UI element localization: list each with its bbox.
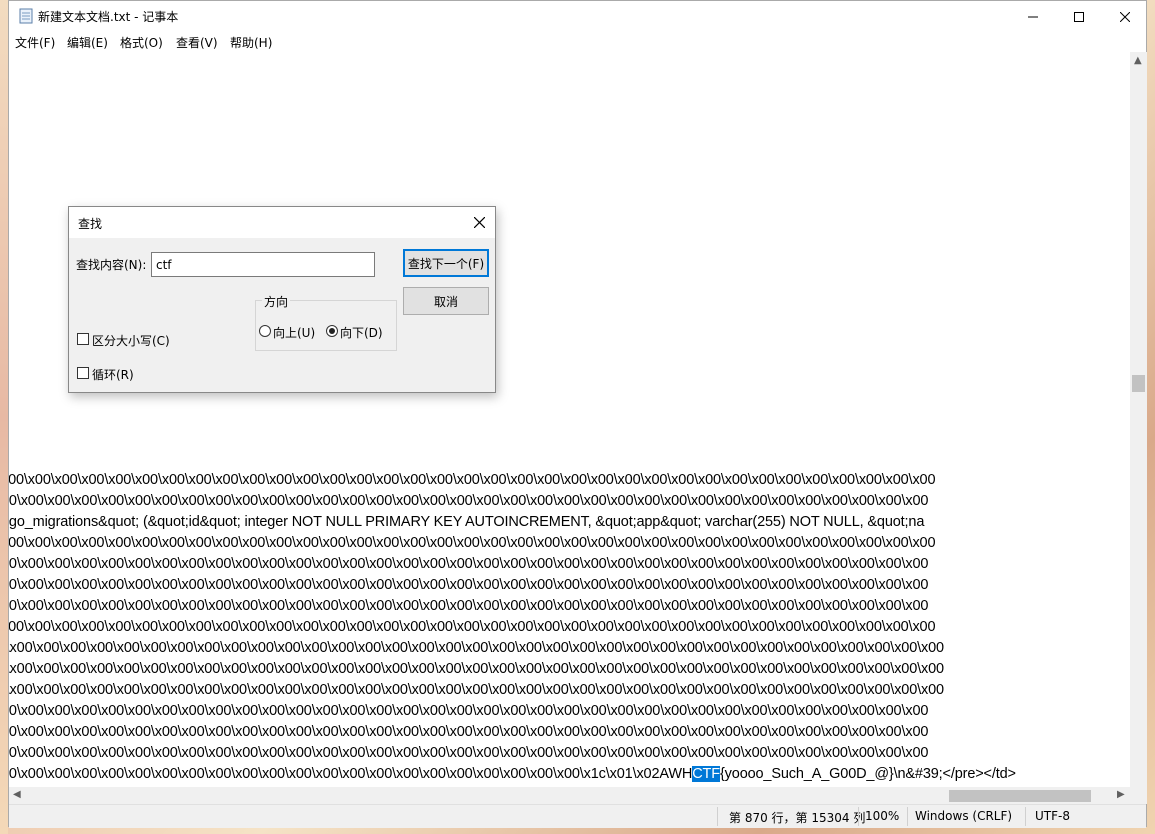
zoom-level: 100%	[865, 809, 900, 823]
text-line: 00\x00\x00\x00\x00\x00\x00\x00\x00\x00\x…	[9, 493, 929, 509]
direction-down-radio[interactable]	[326, 325, 338, 337]
text-line: 00\x00\x00\x00\x00\x00\x00\x00\x00\x00\x…	[9, 556, 929, 572]
close-icon	[474, 217, 485, 228]
minimize-icon	[1028, 16, 1038, 17]
find-dialog-title-bar: 查找	[69, 207, 495, 238]
menu-format[interactable]: 格式(O)	[120, 34, 163, 51]
find-dialog: 查找 查找内容(N): 查找下一个(F) 取消 方向 向上(U) 向下(D) 区…	[68, 206, 496, 393]
direction-up-label[interactable]: 向上(U)	[273, 324, 315, 341]
notepad-icon	[19, 8, 33, 24]
scroll-right-icon[interactable]: ▶	[1117, 789, 1125, 800]
text-line: )\x00\x00\x00\x00\x00\x00\x00\x00\x00\x0…	[9, 640, 944, 656]
direction-up-radio[interactable]	[259, 325, 271, 337]
desktop-background	[0, 0, 8, 834]
scroll-left-icon[interactable]: ◀	[13, 789, 21, 800]
find-what-label: 查找内容(N):	[76, 258, 147, 272]
encoding: UTF-8	[1035, 809, 1070, 823]
status-separator	[1025, 807, 1026, 826]
minimize-button[interactable]	[1010, 1, 1056, 32]
text-line: x00\x00\x00\x00\x00\x00\x00\x00\x00\x00\…	[9, 472, 936, 488]
text-after-match: {yoooo_Such_A_G00D_@}\n&#39;</pre></td>	[719, 766, 1016, 782]
search-match-highlight: CTF	[692, 766, 720, 782]
text-editor[interactable]: x00\x00\x00\x00\x00\x00\x00\x00\x00\x00\…	[9, 52, 1130, 787]
text-line: 00\x00\x00\x00\x00\x00\x00\x00\x00\x00\x…	[9, 745, 929, 761]
status-separator	[717, 807, 718, 826]
text-line-last: 00\x00\x00\x00\x00\x00\x00\x00\x00\x00\x…	[9, 766, 1016, 782]
menu-file[interactable]: 文件(F)	[15, 34, 55, 51]
menu-help[interactable]: 帮助(H)	[230, 34, 272, 51]
find-what-input[interactable]	[151, 252, 375, 277]
vertical-scroll-thumb[interactable]	[1132, 375, 1145, 392]
horizontal-scrollbar[interactable]: ◀ ▶	[9, 787, 1130, 804]
direction-down-label[interactable]: 向下(D)	[340, 324, 383, 341]
line-ending: Windows (CRLF)	[915, 809, 1013, 823]
text-line: x00\x00\x00\x00\x00\x00\x00\x00\x00\x00\…	[9, 535, 936, 551]
scrollbar-corner	[1130, 787, 1147, 804]
title-bar: 新建文本文档.txt - 记事本	[9, 1, 1146, 32]
wrap-around-label[interactable]: 循环(R)	[92, 366, 134, 383]
text-line: )\x00\x00\x00\x00\x00\x00\x00\x00\x00\x0…	[9, 682, 944, 698]
text-line: 00\x00\x00\x00\x00\x00\x00\x00\x00\x00\x…	[9, 598, 929, 614]
cancel-button[interactable]: 取消	[403, 287, 489, 315]
close-window-button[interactable]	[1102, 1, 1148, 32]
text-before-match: 00\x00\x00\x00\x00\x00\x00\x00\x00\x00\x…	[9, 766, 693, 782]
menu-edit[interactable]: 编辑(E)	[67, 34, 108, 51]
find-next-button[interactable]: 查找下一个(F)	[403, 249, 489, 277]
text-line: x00\x00\x00\x00\x00\x00\x00\x00\x00\x00\…	[9, 619, 936, 635]
horizontal-scroll-thumb[interactable]	[949, 790, 1091, 802]
text-line: 00\x00\x00\x00\x00\x00\x00\x00\x00\x00\x…	[9, 724, 929, 740]
close-icon	[1120, 11, 1130, 22]
vertical-scrollbar[interactable]: ▲	[1130, 52, 1147, 787]
wrap-around-checkbox[interactable]	[77, 367, 89, 379]
menu-bar: 文件(F) 编辑(E) 格式(O) 查看(V) 帮助(H)	[9, 32, 1146, 53]
match-case-label[interactable]: 区分大小写(C)	[92, 332, 170, 349]
status-separator	[907, 807, 908, 826]
text-line: )\x00\x00\x00\x00\x00\x00\x00\x00\x00\x0…	[9, 661, 944, 677]
find-dialog-close-button[interactable]	[464, 207, 495, 238]
status-bar: 第 870 行，第 15304 列 100% Windows (CRLF) UT…	[9, 804, 1146, 828]
notepad-window: 新建文本文档.txt - 记事本 文件(F) 编辑(E) 格式(O) 查看(V)…	[8, 0, 1147, 828]
menu-view[interactable]: 查看(V)	[176, 34, 218, 51]
direction-label: 方向	[262, 293, 291, 310]
scroll-up-icon[interactable]: ▲	[1134, 55, 1142, 66]
find-dialog-title: 查找	[78, 217, 103, 231]
window-title: 新建文本文档.txt - 记事本	[38, 10, 179, 24]
maximize-button[interactable]	[1056, 1, 1102, 32]
maximize-icon	[1074, 11, 1084, 22]
text-line: 00\x00\x00\x00\x00\x00\x00\x00\x00\x00\x…	[9, 703, 929, 719]
cursor-position: 第 870 行，第 15304 列	[729, 811, 866, 825]
text-line: ngo_migrations&quot; (&quot;id&quot; int…	[9, 514, 925, 530]
text-line: 00\x00\x00\x00\x00\x00\x00\x00\x00\x00\x…	[9, 577, 929, 593]
match-case-checkbox[interactable]	[77, 333, 89, 345]
status-separator	[858, 807, 859, 826]
